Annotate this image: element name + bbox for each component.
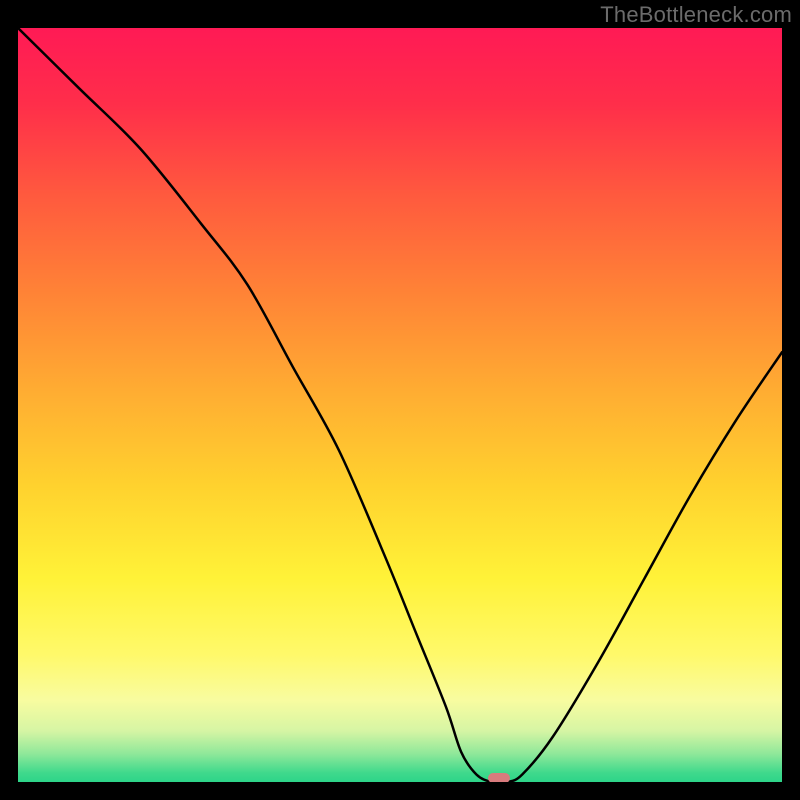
watermark-text: TheBottleneck.com: [600, 2, 792, 28]
chart-frame: TheBottleneck.com: [0, 0, 800, 800]
bottleneck-curve: [18, 28, 782, 782]
plot-area: [18, 28, 782, 782]
optimal-marker: [488, 773, 510, 782]
